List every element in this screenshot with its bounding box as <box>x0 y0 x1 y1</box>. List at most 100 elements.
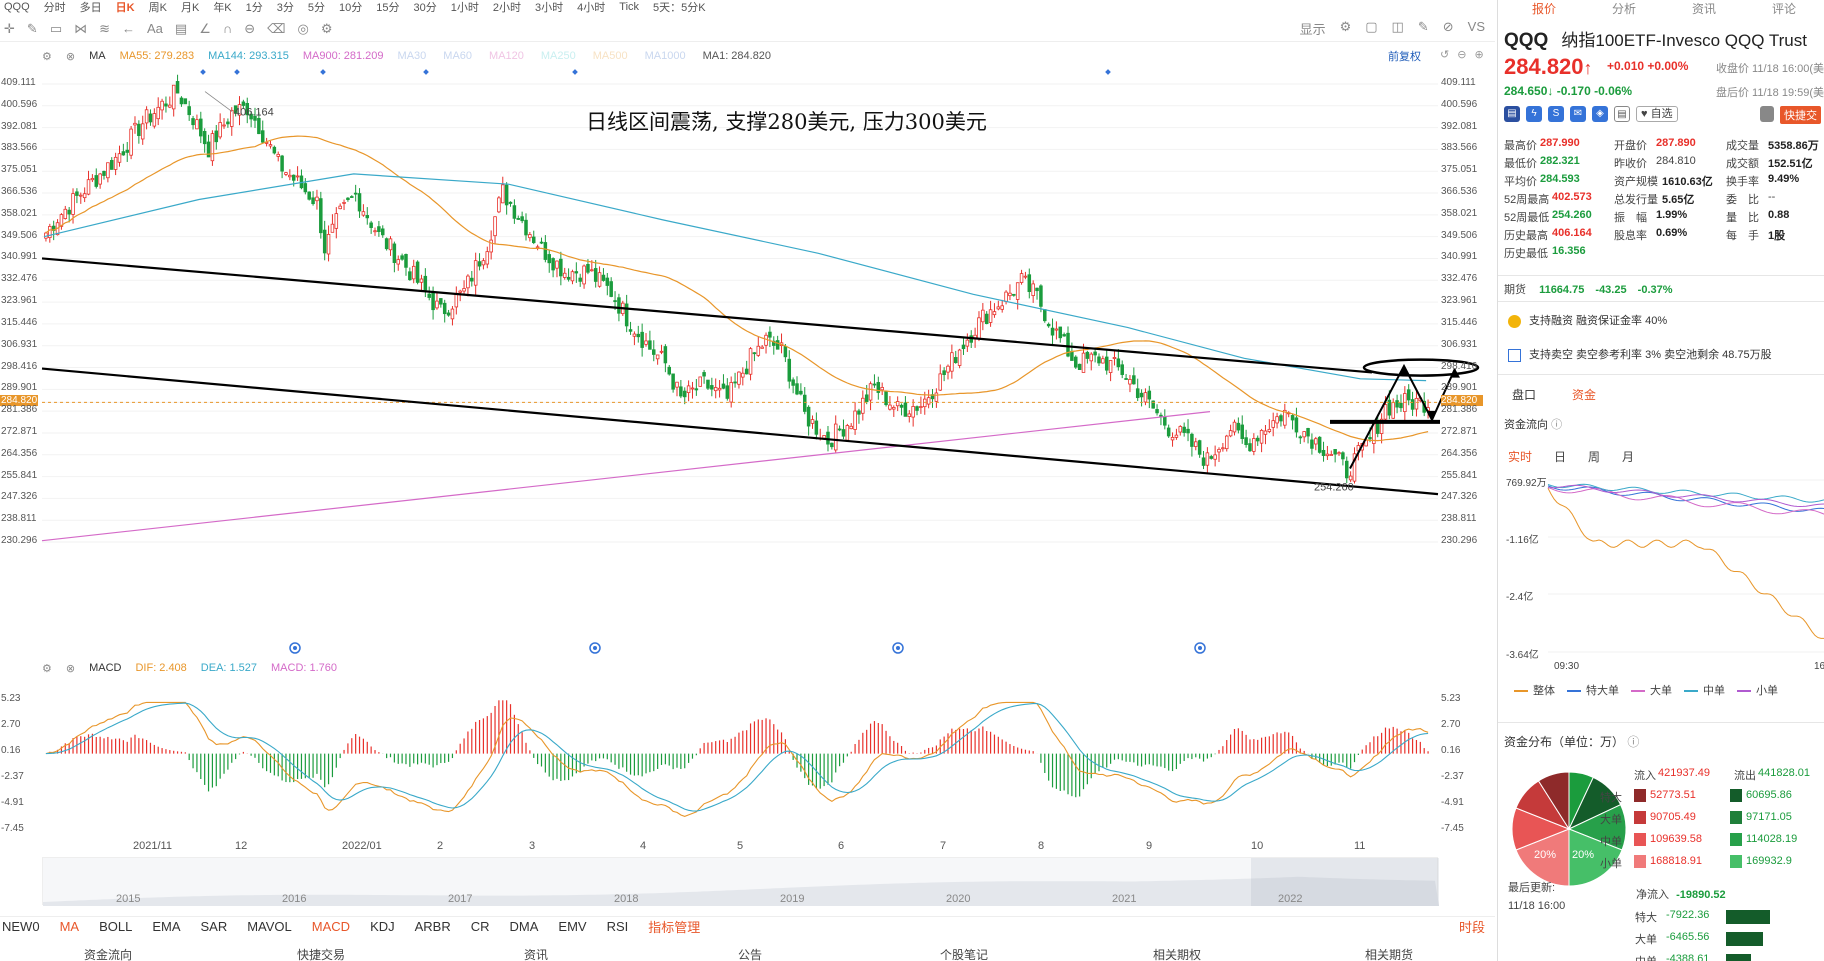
rect-icon[interactable]: ▭ <box>50 21 62 37</box>
pen-icon[interactable]: ✎ <box>27 21 38 37</box>
magnet-icon[interactable]: ∩ <box>223 21 232 36</box>
bottom-tab-3[interactable]: 公告 <box>738 946 762 961</box>
event-marker[interactable] <box>320 69 326 75</box>
kline-chart[interactable]: 406.164 254.260 <box>0 64 1495 656</box>
quick-trade-button[interactable]: 快捷交 <box>1780 106 1821 124</box>
close-icon[interactable]: ⊗ <box>66 50 75 63</box>
event-marker[interactable] <box>572 69 578 75</box>
legend-item[interactable]: 小单 <box>1737 682 1778 698</box>
support-trendline[interactable] <box>41 367 1439 496</box>
ma-item-7[interactable]: MA500 <box>593 50 631 62</box>
text-icon[interactable]: Aa <box>147 21 163 36</box>
legend-item[interactable]: 特大单 <box>1567 682 1619 698</box>
link-icon[interactable]: ⊘ <box>1443 19 1454 38</box>
ma-item-2[interactable]: MA900: 281.209 <box>303 50 384 62</box>
bottom-tab-2[interactable]: 资讯 <box>524 946 548 961</box>
s-badge-icon[interactable]: S <box>1548 106 1564 122</box>
reset-icon[interactable]: ↺ <box>1440 48 1449 61</box>
ma-item-3[interactable]: MA30 <box>398 50 430 62</box>
period-18[interactable]: 5天：5分K <box>653 0 706 14</box>
bottom-tab-4[interactable]: 个股笔记 <box>940 946 988 961</box>
indicator-11[interactable]: EMV <box>558 919 586 934</box>
minus-icon[interactable]: ⊖ <box>1457 48 1466 61</box>
quote-tab-2[interactable]: 资讯 <box>1692 0 1716 16</box>
event-marker[interactable] <box>423 69 429 75</box>
indicator-2[interactable]: BOLL <box>99 919 132 934</box>
ma-item-5[interactable]: MA120 <box>489 50 527 62</box>
bottom-tab-6[interactable]: 相关期货 <box>1365 946 1413 961</box>
subtab-1[interactable]: 资金 <box>1572 386 1596 403</box>
legend-item[interactable]: 中单 <box>1684 682 1725 698</box>
indicator-1[interactable]: MA <box>60 919 80 934</box>
indicator-7[interactable]: KDJ <box>370 919 395 934</box>
period-2[interactable]: 多日 <box>80 0 102 14</box>
flow-period-0[interactable]: 实时 <box>1508 448 1532 465</box>
legend-item[interactable]: 大单 <box>1631 682 1672 698</box>
fund-flow-chart[interactable] <box>1498 466 1824 666</box>
period-15[interactable]: 3小时 <box>535 0 563 14</box>
period-14[interactable]: 2小时 <box>493 0 521 14</box>
period-8[interactable]: 3分 <box>277 0 294 14</box>
settings-icon[interactable]: ⚙ <box>1340 19 1352 38</box>
vs-button[interactable]: VS <box>1468 19 1485 38</box>
period-0[interactable]: QQQ <box>4 1 30 13</box>
period-16[interactable]: 4小时 <box>577 0 605 14</box>
brush-icon[interactable]: ≋ <box>99 21 110 37</box>
indicator-4[interactable]: SAR <box>200 919 227 934</box>
settings-gear-icon[interactable]: ⚙ <box>42 50 52 63</box>
indicator-12[interactable]: RSI <box>607 919 629 934</box>
ma-item-0[interactable]: MA55: 279.283 <box>120 50 195 62</box>
indicator-0[interactable]: NEW0 <box>2 919 40 934</box>
period-1[interactable]: 分时 <box>44 0 66 14</box>
ma-item-6[interactable]: MA250 <box>541 50 579 62</box>
mail-icon[interactable]: ✉ <box>1570 106 1586 122</box>
window-icon[interactable]: ▢ <box>1365 19 1377 38</box>
info-icon[interactable]: ⓘ <box>1551 419 1562 431</box>
period-10[interactable]: 10分 <box>339 0 362 14</box>
lock-icon[interactable]: ⊖ <box>244 21 255 37</box>
indicator-5[interactable]: MAVOL <box>247 919 292 934</box>
ma-type[interactable]: MA <box>89 50 106 62</box>
ma-item-9[interactable]: MA1: 284.820 <box>703 50 771 62</box>
edit-icon[interactable]: ✎ <box>1418 19 1429 38</box>
zigzag-projection[interactable] <box>1349 363 1456 469</box>
bottom-tab-1[interactable]: 快捷交易 <box>297 946 345 961</box>
quote-tab-3[interactable]: 评论 <box>1772 0 1796 16</box>
quote-tab-0[interactable]: 报价 <box>1532 0 1556 16</box>
period-9[interactable]: 5分 <box>308 0 325 14</box>
plus-icon[interactable]: ⊕ <box>1474 48 1483 61</box>
period-5[interactable]: 月K <box>181 0 199 14</box>
macd-chart[interactable] <box>0 660 1495 838</box>
indicator-9[interactable]: CR <box>471 919 490 934</box>
flow-period-1[interactable]: 日 <box>1554 448 1566 465</box>
gear-icon[interactable]: ⚙ <box>321 21 333 37</box>
flow-period-3[interactable]: 月 <box>1622 448 1634 465</box>
quote-tab-1[interactable]: 分析 <box>1612 0 1636 16</box>
futures-row[interactable]: 期货 11664.75 -43.25 -0.37% <box>1504 281 1673 297</box>
event-marker[interactable] <box>200 69 206 75</box>
comment-icon[interactable]: ▤ <box>175 21 187 37</box>
subtab-0[interactable]: 盘口 <box>1512 386 1536 403</box>
fib-icon[interactable]: ⋈ <box>74 21 87 37</box>
indicator-10[interactable]: DMA <box>510 919 539 934</box>
doc-icon[interactable]: ▤ <box>1614 106 1630 122</box>
resistance-trendline[interactable] <box>41 257 1373 374</box>
display-button[interactable]: 显示 <box>1300 19 1326 38</box>
indicator-3[interactable]: EMA <box>152 919 180 934</box>
bell-icon[interactable] <box>1760 106 1774 122</box>
camera-icon[interactable]: ◫ <box>1392 19 1404 38</box>
ma-item-8[interactable]: MA1000 <box>645 50 689 62</box>
add-watchlist-button[interactable]: ♥ 自选 <box>1636 106 1678 122</box>
period-4[interactable]: 周K <box>149 0 167 14</box>
indicator-13[interactable]: 指标管理 <box>648 917 700 936</box>
adjust-mode-button[interactable]: 前复权 <box>1388 48 1421 64</box>
flow-period-2[interactable]: 周 <box>1588 448 1600 465</box>
session-button[interactable]: 时段 <box>1459 917 1485 936</box>
event-marker[interactable] <box>234 69 240 75</box>
indicator-6[interactable]: MACD <box>312 919 350 934</box>
period-3[interactable]: 日K <box>116 0 135 14</box>
bottom-tab-0[interactable]: 资金流向 <box>84 946 132 961</box>
period-13[interactable]: 1小时 <box>451 0 479 14</box>
info-icon[interactable]: ⓘ <box>1627 735 1639 749</box>
ruler-icon[interactable]: ∠ <box>199 21 211 37</box>
